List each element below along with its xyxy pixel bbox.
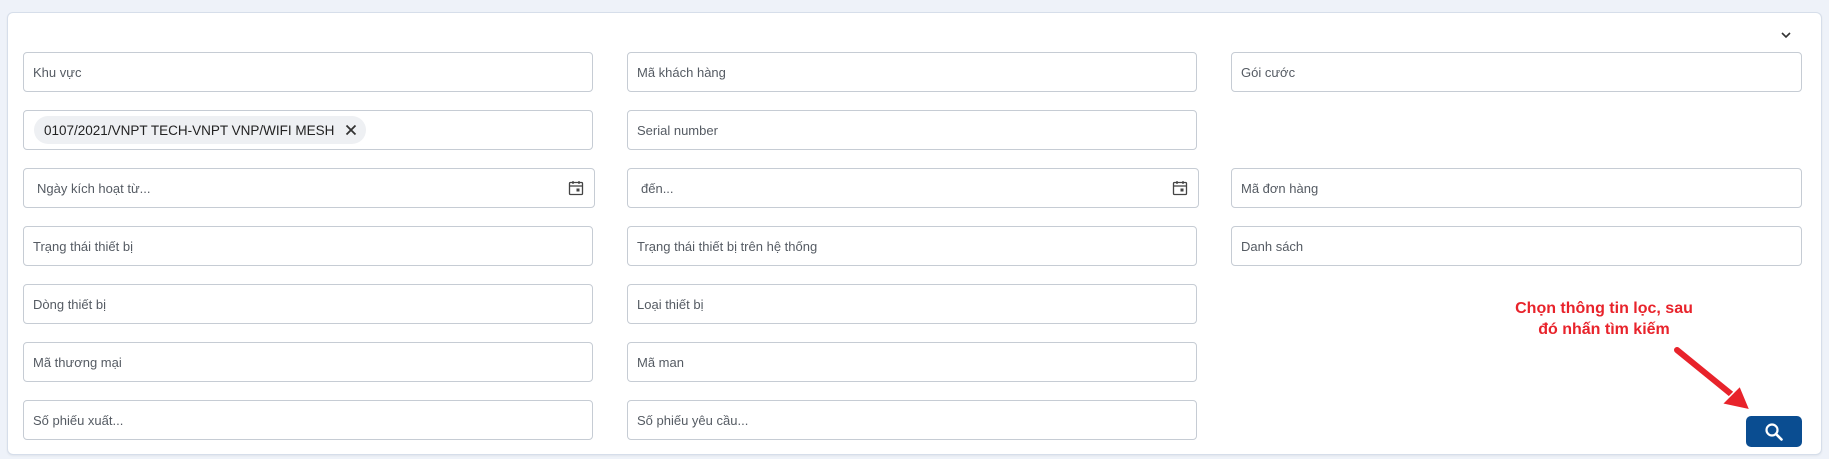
serial-number-input[interactable]: [628, 111, 1196, 149]
danh-sach-field[interactable]: [1231, 226, 1802, 266]
close-icon: [346, 124, 357, 136]
danh-sach-input[interactable]: [1232, 227, 1801, 265]
den-ngay-input[interactable]: [628, 169, 1198, 207]
ma-don-hang-field[interactable]: [1231, 168, 1802, 208]
loai-thiet-bi-field[interactable]: [627, 284, 1197, 324]
selected-contract-chip: 0107/2021/VNPT TECH-VNPT VNP/WIFI MESH: [34, 116, 367, 144]
goi-cuoc-field[interactable]: [1231, 52, 1802, 92]
calendar-icon[interactable]: [1172, 180, 1188, 196]
trang-thai-he-thong-input[interactable]: [628, 227, 1196, 265]
den-ngay-field[interactable]: [627, 168, 1199, 208]
trang-thai-thiet-bi-input[interactable]: [24, 227, 592, 265]
ma-thuong-mai-field[interactable]: [23, 342, 593, 382]
loai-thiet-bi-input[interactable]: [628, 285, 1196, 323]
search-icon: [1765, 422, 1783, 441]
hop-dong-field[interactable]: 0107/2021/VNPT TECH-VNPT VNP/WIFI MESH: [23, 110, 593, 150]
so-phieu-yeu-cau-field[interactable]: [627, 400, 1197, 440]
dong-thiet-bi-input[interactable]: [24, 285, 592, 323]
so-phieu-xuat-field[interactable]: [23, 400, 593, 440]
ma-thuong-mai-input[interactable]: [24, 343, 592, 381]
calendar-icon[interactable]: [568, 180, 584, 196]
so-phieu-xuat-input[interactable]: [24, 401, 592, 439]
chevron-down-icon: [1781, 32, 1791, 39]
ma-man-field[interactable]: [627, 342, 1197, 382]
ma-khach-hang-field[interactable]: [627, 52, 1197, 92]
ngay-kich-hoat-tu-field[interactable]: [23, 168, 595, 208]
instruction-annotation: Chọn thông tin lọc, sau đó nhấn tìm kiếm: [1494, 298, 1714, 340]
annotation-line-1: Chọn thông tin lọc, sau: [1515, 300, 1693, 317]
chip-label: 0107/2021/VNPT TECH-VNPT VNP/WIFI MESH: [44, 122, 335, 138]
ma-khach-hang-input[interactable]: [628, 53, 1196, 91]
goi-cuoc-input[interactable]: [1232, 53, 1801, 91]
search-button[interactable]: [1746, 416, 1802, 447]
ma-don-hang-input[interactable]: [1232, 169, 1801, 207]
ma-man-input[interactable]: [628, 343, 1196, 381]
serial-number-field[interactable]: [627, 110, 1197, 150]
ngay-kich-hoat-tu-input[interactable]: [24, 169, 594, 207]
khu-vuc-field[interactable]: [23, 52, 593, 92]
chip-remove-button[interactable]: [342, 121, 360, 139]
dong-thiet-bi-field[interactable]: [23, 284, 593, 324]
annotation-line-2: đó nhấn tìm kiếm: [1538, 321, 1670, 338]
collapse-toggle-button[interactable]: [1775, 24, 1797, 46]
khu-vuc-input[interactable]: [24, 53, 592, 91]
trang-thai-thiet-bi-field[interactable]: [23, 226, 593, 266]
so-phieu-yeu-cau-input[interactable]: [628, 401, 1196, 439]
trang-thai-he-thong-field[interactable]: [627, 226, 1197, 266]
